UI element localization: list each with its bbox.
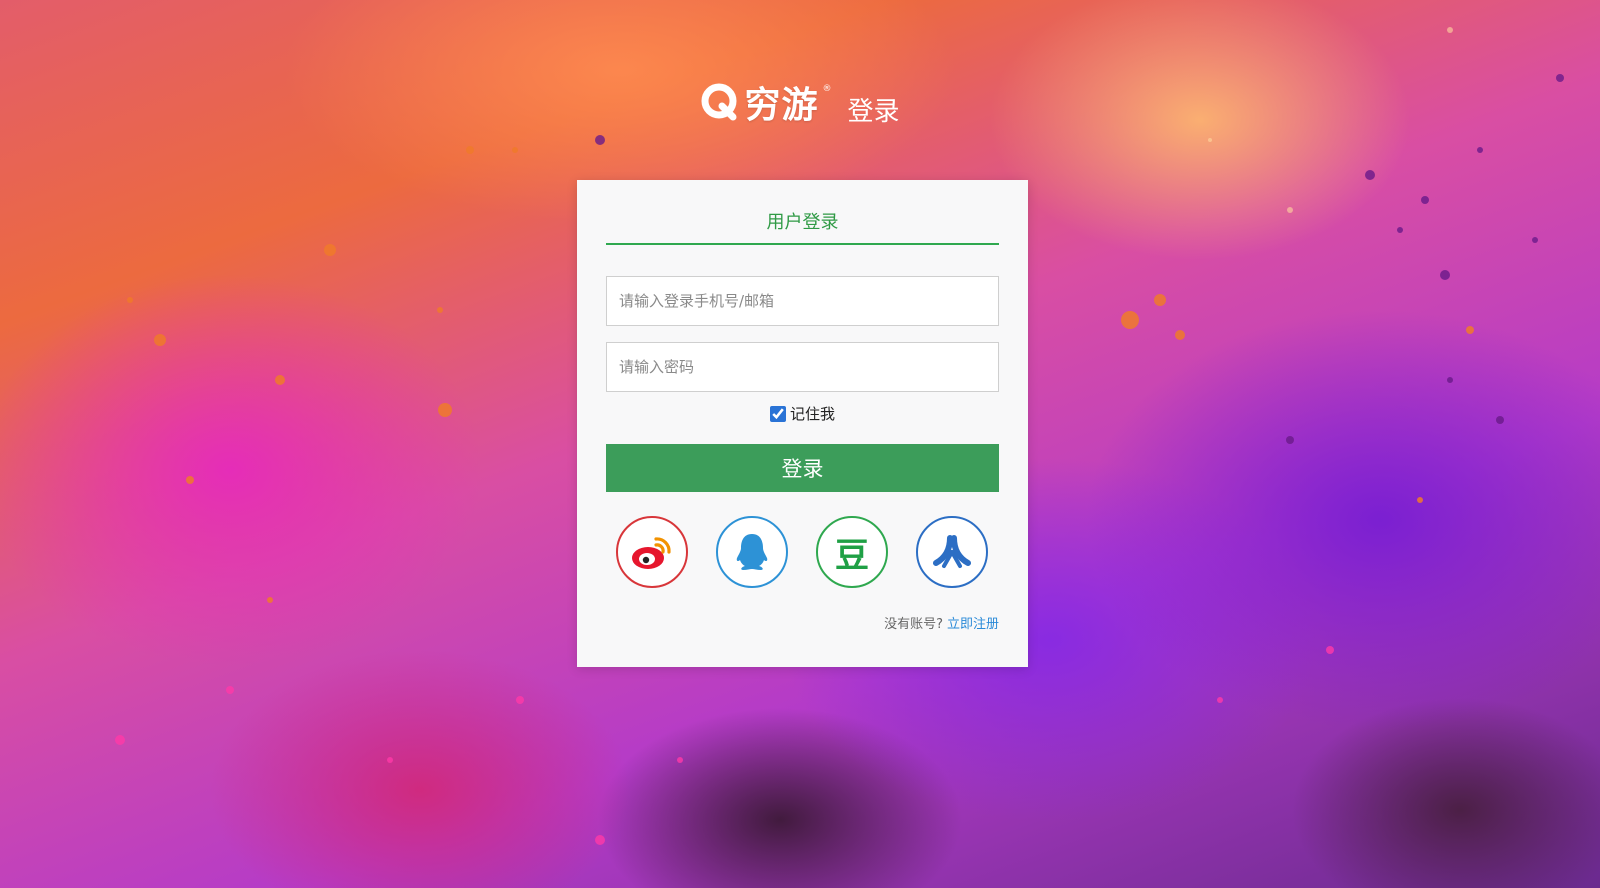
- page-title: 登录: [847, 96, 900, 127]
- password-input[interactable]: [606, 342, 999, 392]
- tab-user-login[interactable]: 用户登录: [606, 208, 999, 245]
- login-panel: 用户登录 记住我 登录 豆: [577, 180, 1028, 667]
- registered-mark: ®: [822, 84, 832, 94]
- remember-me-checkbox[interactable]: [769, 405, 786, 422]
- register-prompt: 没有账号? 立即注册: [884, 613, 999, 632]
- douban-login-button[interactable]: 豆: [816, 516, 888, 588]
- register-link[interactable]: 立即注册: [947, 617, 999, 632]
- qq-login-button[interactable]: [716, 516, 788, 588]
- qq-penguin-icon: [736, 534, 768, 570]
- weibo-icon: [632, 537, 671, 569]
- remember-me[interactable]: 记住我: [577, 403, 1028, 424]
- social-login-row: 豆: [616, 516, 988, 588]
- register-prompt-text: 没有账号?: [884, 617, 943, 632]
- remember-me-label: 记住我: [789, 405, 835, 423]
- qyer-logo[interactable]: 穷游 ®: [700, 76, 832, 128]
- login-button[interactable]: 登录: [606, 444, 999, 492]
- douban-icon: 豆: [835, 535, 869, 576]
- site-header: 穷游 ® 登录: [0, 72, 1600, 132]
- account-input[interactable]: [606, 276, 999, 326]
- weibo-login-button[interactable]: [616, 516, 688, 588]
- renren-icon: [933, 535, 971, 568]
- logo-text: 穷游: [744, 85, 819, 126]
- logo-q-icon: [701, 83, 737, 121]
- renren-login-button[interactable]: [916, 516, 988, 588]
